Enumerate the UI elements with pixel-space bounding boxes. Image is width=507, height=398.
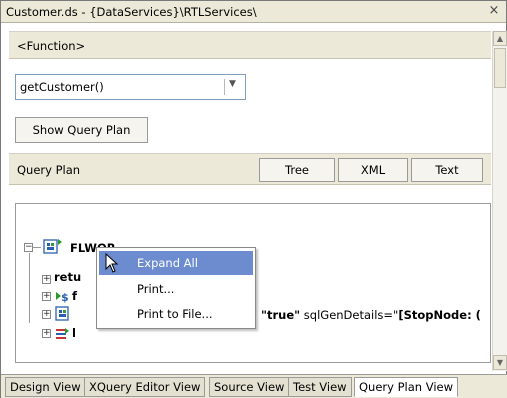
- svg-text:$: $: [61, 291, 69, 304]
- function-section-header: <Function>: [9, 31, 491, 59]
- query-plan-header: Query Plan Tree XML Text: [9, 153, 491, 185]
- tab-test-view[interactable]: Test View: [288, 377, 352, 397]
- show-query-plan-button[interactable]: Show Query Plan: [15, 117, 148, 143]
- tree-node-sql-details[interactable]: "true" sqlGenDetails="[StopNode: (: [261, 308, 481, 322]
- close-icon[interactable]: ×: [486, 3, 502, 19]
- menu-item-expand-all[interactable]: Expand All: [99, 251, 253, 275]
- editor-window: Customer.ds - {DataServices}\RTLServices…: [0, 0, 507, 398]
- flwor-icon: [55, 306, 69, 321]
- dropdown-separator: [224, 79, 225, 95]
- menu-item-print[interactable]: Print...: [99, 277, 253, 301]
- collapse-icon[interactable]: −: [24, 243, 33, 252]
- menu-item-print-to-file[interactable]: Print to File...: [99, 302, 253, 326]
- query-plan-label: Query Plan: [17, 163, 81, 177]
- title-bar: Customer.ds - {DataServices}\RTLServices…: [1, 1, 506, 23]
- for-icon: $: [56, 291, 69, 304]
- xml-button[interactable]: XML: [338, 158, 408, 182]
- view-tab-bar: Design View XQuery Editor View Source Vi…: [1, 374, 507, 398]
- tab-source-view[interactable]: Source View: [209, 377, 290, 397]
- expand-icon[interactable]: +: [42, 275, 51, 284]
- vertical-scrollbar[interactable]: ▲ ▼: [492, 31, 507, 371]
- tree-node-let[interactable]: l: [72, 326, 76, 340]
- scroll-thumb[interactable]: [494, 48, 506, 88]
- window-title: Customer.ds - {DataServices}\RTLServices…: [6, 5, 257, 19]
- expand-icon[interactable]: +: [42, 329, 51, 338]
- tree-button[interactable]: Tree: [259, 158, 335, 182]
- text-button[interactable]: Text: [411, 158, 483, 182]
- function-select[interactable]: getCustomer() ▼: [15, 74, 246, 100]
- scroll-up-icon[interactable]: ▲: [493, 31, 507, 46]
- chevron-down-icon[interactable]: ▼: [229, 79, 236, 89]
- function-select-value: getCustomer(): [20, 80, 104, 94]
- tab-design-view[interactable]: Design View: [5, 377, 86, 397]
- let-icon: [56, 328, 69, 339]
- tab-query-plan-view[interactable]: Query Plan View: [354, 377, 459, 397]
- expand-icon[interactable]: +: [42, 292, 51, 301]
- function-section-label: <Function>: [17, 39, 86, 53]
- tree-node-return[interactable]: retu: [54, 270, 81, 284]
- scroll-down-icon[interactable]: ▼: [493, 355, 507, 370]
- tab-xquery-editor-view[interactable]: XQuery Editor View: [84, 377, 206, 397]
- tree-node-for[interactable]: f: [72, 289, 77, 303]
- expand-icon[interactable]: +: [42, 310, 51, 319]
- mouse-cursor-icon: [105, 253, 119, 273]
- flwor-icon: [43, 239, 62, 254]
